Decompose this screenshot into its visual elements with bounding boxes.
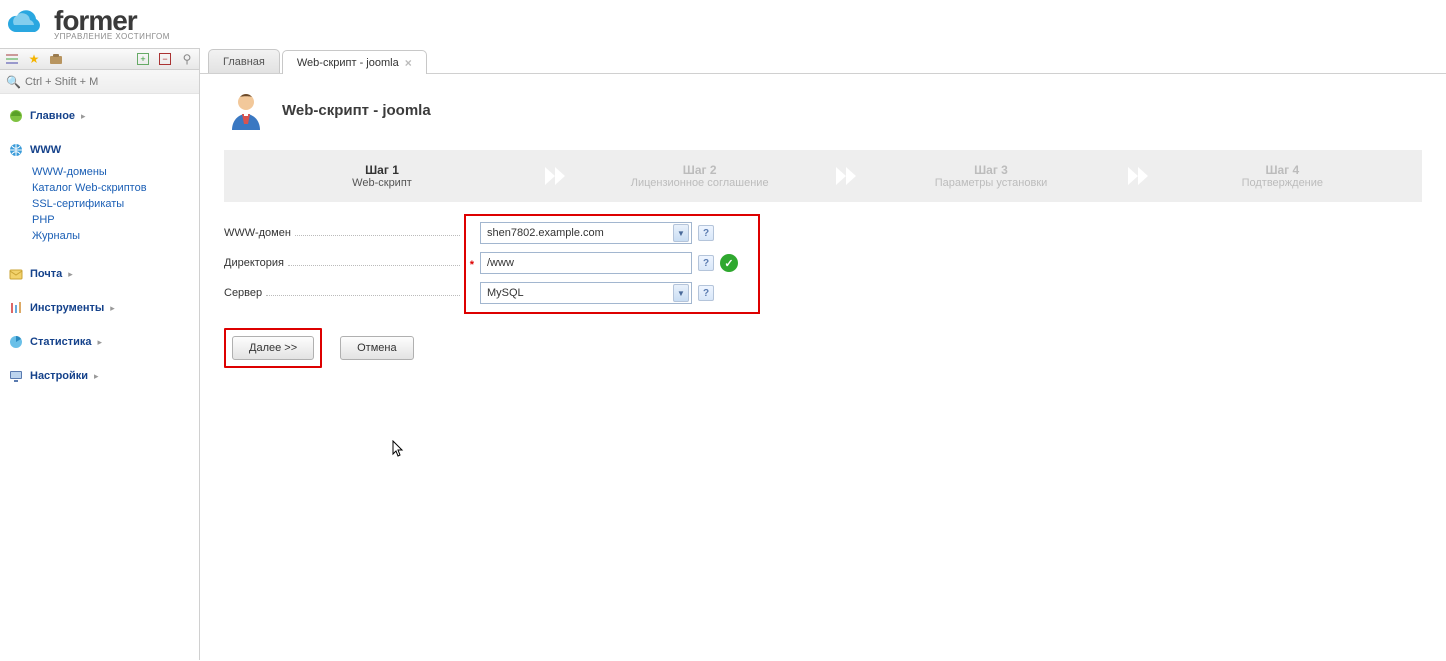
form-row-domain: WWW-домен shen7802.example.com ▼ ? — [224, 218, 1422, 248]
step-3: Шаг 3 Параметры установки — [859, 163, 1122, 189]
sidebar-sub-ssl[interactable]: SSL-сертификаты — [32, 196, 195, 212]
chevron-right-icon: ▸ — [68, 269, 73, 280]
tools-icon — [8, 300, 24, 316]
search-input[interactable] — [25, 76, 193, 88]
highlight-box: Далее >> — [224, 328, 322, 368]
help-icon[interactable]: ? — [698, 225, 714, 241]
cancel-button[interactable]: Отмена — [340, 336, 413, 360]
sidebar-item-main[interactable]: Главное ▸ — [8, 104, 195, 128]
sidebar-item-label: Настройки — [30, 370, 88, 382]
required-icon: * — [470, 259, 474, 271]
step-title: Шаг 3 — [859, 163, 1122, 177]
search-icon: 🔍 — [6, 75, 21, 89]
directory-label: Директория — [224, 257, 284, 269]
sidebar-item-label: Статистика — [30, 336, 92, 348]
domain-select[interactable]: shen7802.example.com ▼ — [480, 222, 692, 244]
step-2: Шаг 2 Лицензионное соглашение — [568, 163, 831, 189]
collapse-all-icon[interactable]: − — [157, 51, 173, 67]
help-icon[interactable]: ? — [698, 255, 714, 271]
form-row-server: Сервер MySQL ▼ ? — [224, 278, 1422, 308]
sidebar-search[interactable]: 🔍 — [0, 70, 199, 94]
step-subtitle: Параметры установки — [859, 177, 1122, 189]
avatar-icon — [224, 88, 268, 132]
mail-icon — [8, 266, 24, 282]
close-icon[interactable]: × — [405, 56, 412, 70]
star-icon[interactable]: ★ — [26, 51, 42, 67]
step-title: Шаг 4 — [1151, 163, 1414, 177]
sidebar-sub-web-scripts[interactable]: Каталог Web-скриптов — [32, 180, 195, 196]
brand-name: former — [54, 7, 170, 35]
sidebar-item-mail[interactable]: Почта ▸ — [8, 262, 195, 286]
dropdown-icon[interactable]: ▼ — [673, 284, 689, 302]
tab-bar: Главная Web-скрипт - joomla × — [200, 48, 1446, 74]
step-subtitle: Лицензионное соглашение — [568, 177, 831, 189]
pin-icon[interactable]: ⚲ — [179, 51, 195, 67]
sidebar-sub-php[interactable]: PHP — [32, 212, 195, 228]
sidebar-www-sub: WWW-домены Каталог Web-скриптов SSL-серт… — [8, 162, 195, 252]
list-icon[interactable] — [4, 51, 20, 67]
server-select[interactable]: MySQL ▼ — [480, 282, 692, 304]
server-value: MySQL — [487, 287, 673, 299]
sidebar-sub-logs[interactable]: Журналы — [32, 228, 195, 244]
tab-webscript[interactable]: Web-скрипт - joomla × — [282, 50, 427, 74]
stats-icon — [8, 334, 24, 350]
directory-value: /www — [487, 257, 514, 269]
expand-all-icon[interactable]: + — [135, 51, 151, 67]
arrow-icon — [1123, 162, 1151, 190]
step-1: Шаг 1 Web-скрипт — [224, 163, 540, 189]
form: WWW-домен shen7802.example.com ▼ ? Дирек… — [224, 218, 1422, 368]
sidebar-toolbar: ★ + − ⚲ — [0, 48, 199, 70]
main-panel: Главная Web-скрипт - joomla × Web-скрипт… — [200, 48, 1446, 660]
sidebar-item-label: Почта — [30, 268, 62, 280]
logo-text: former УПРАВЛЕНИЕ ХОСТИНГОМ — [54, 7, 170, 41]
domain-label: WWW-домен — [224, 227, 291, 239]
sidebar-item-label: Главное — [30, 110, 75, 122]
sidebar-item-label: Инструменты — [30, 302, 104, 314]
sidebar-sub-www-domains[interactable]: WWW-домены — [32, 164, 195, 180]
button-row: Далее >> Отмена — [224, 328, 1422, 368]
arrow-icon — [540, 162, 568, 190]
chevron-right-icon: ▸ — [98, 337, 103, 348]
logo-cloud-icon — [2, 6, 48, 42]
step-title: Шаг 2 — [568, 163, 831, 177]
dropdown-icon[interactable]: ▼ — [673, 224, 689, 242]
tab-home[interactable]: Главная — [208, 49, 280, 73]
sidebar-item-settings[interactable]: Настройки ▸ — [8, 364, 195, 388]
tab-label: Главная — [223, 56, 265, 68]
app-header: former УПРАВЛЕНИЕ ХОСТИНГОМ — [0, 0, 1446, 48]
chevron-right-icon: ▸ — [81, 111, 86, 122]
next-button[interactable]: Далее >> — [232, 336, 314, 360]
step-4: Шаг 4 Подтверждение — [1151, 163, 1414, 189]
sidebar-nav: Главное ▸ WWW WWW-домены Каталог Web-скр… — [0, 94, 199, 402]
page-title: Web-скрипт - joomla — [282, 102, 431, 119]
chevron-right-icon: ▸ — [110, 303, 115, 314]
brand-tagline: УПРАВЛЕНИЕ ХОСТИНГОМ — [54, 33, 170, 41]
arrow-icon — [831, 162, 859, 190]
step-subtitle: Подтверждение — [1151, 177, 1414, 189]
sidebar-item-stats[interactable]: Статистика ▸ — [8, 330, 195, 354]
sidebar-item-label: WWW — [30, 144, 61, 156]
domain-value: shen7802.example.com — [487, 227, 673, 239]
chevron-right-icon: ▸ — [94, 371, 99, 382]
valid-icon: ✓ — [720, 254, 738, 272]
sidebar-item-www[interactable]: WWW — [8, 138, 195, 162]
monitor-icon — [8, 368, 24, 384]
sidebar: ★ + − ⚲ 🔍 Главное ▸ — [0, 48, 200, 660]
tab-label: Web-скрипт - joomla — [297, 57, 399, 69]
server-label: Сервер — [224, 287, 262, 299]
directory-input[interactable]: /www — [480, 252, 692, 274]
help-icon[interactable]: ? — [698, 285, 714, 301]
form-row-directory: Директория * /www ? ✓ — [224, 248, 1422, 278]
content: Web-скрипт - joomla Шаг 1 Web-скрипт Шаг… — [200, 74, 1446, 382]
page-header: Web-скрипт - joomla — [224, 88, 1422, 132]
sidebar-item-tools[interactable]: Инструменты ▸ — [8, 296, 195, 320]
briefcase-icon[interactable] — [48, 51, 64, 67]
home-icon — [8, 108, 24, 124]
step-title: Шаг 1 — [224, 163, 540, 177]
globe-icon — [8, 142, 24, 158]
step-subtitle: Web-скрипт — [224, 177, 540, 189]
wizard-steps: Шаг 1 Web-скрипт Шаг 2 Лицензионное согл… — [224, 150, 1422, 202]
